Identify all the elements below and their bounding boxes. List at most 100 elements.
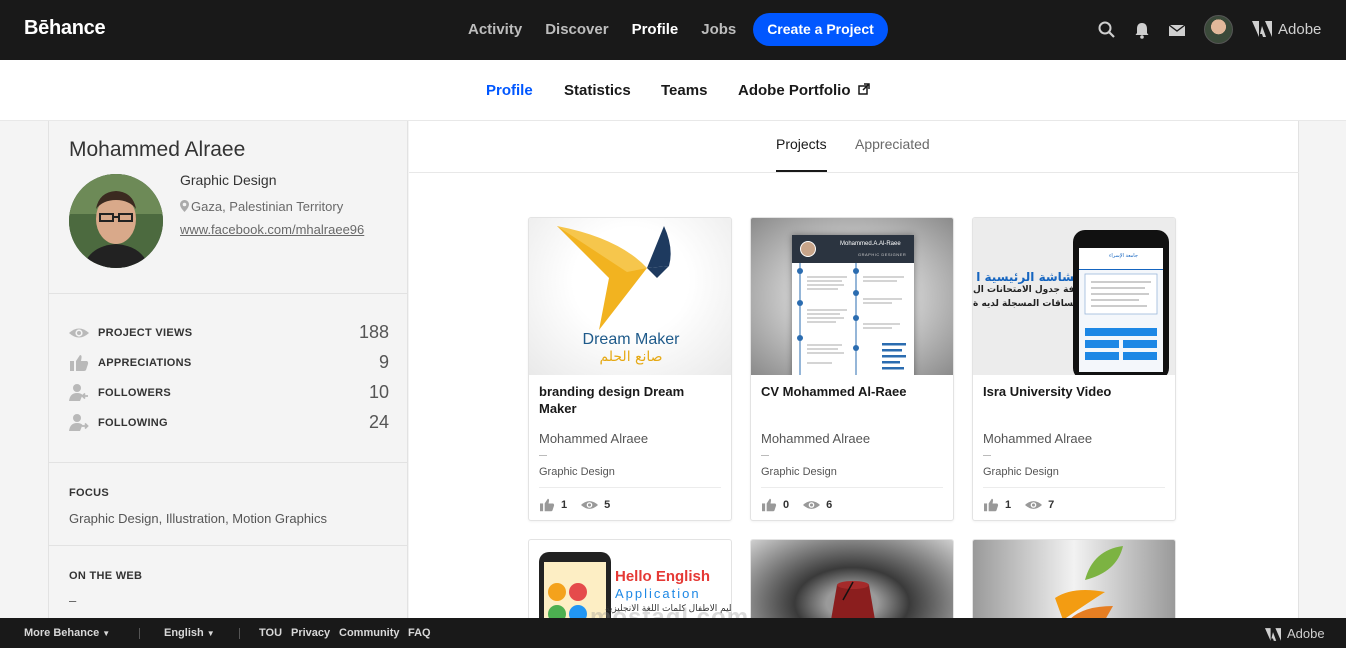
subnav-statistics[interactable]: Statistics: [564, 82, 631, 99]
adobe-footer-link[interactable]: Adobe: [1265, 626, 1325, 641]
profile-website-link[interactable]: www.facebook.com/mhalraee96: [180, 222, 364, 237]
create-project-button[interactable]: Create a Project: [753, 13, 888, 46]
main-nav: Activity Discover Profile Jobs: [468, 21, 759, 38]
top-bar: Bēhance Activity Discover Profile Jobs C…: [0, 0, 1346, 60]
following-icon: [69, 414, 89, 431]
project-tabs: Projects Appreciated: [409, 121, 1299, 173]
nav-activity[interactable]: Activity: [468, 21, 522, 38]
footer-link-privacy[interactable]: Privacy: [291, 627, 330, 639]
cv-subtitle: GRAPHIC DESIGNER: [858, 252, 907, 257]
avatar[interactable]: [1204, 15, 1233, 44]
profile-field: Graphic Design: [180, 172, 277, 188]
bell-icon[interactable]: [1132, 20, 1152, 40]
nav-profile[interactable]: Profile: [632, 21, 679, 38]
eye-icon: [803, 501, 821, 509]
thumbs-up-icon: [70, 355, 89, 371]
stat-label: FOLLOWERS: [98, 387, 171, 399]
stat-value: 9: [378, 352, 389, 372]
chevron-down-icon: ▼: [102, 629, 111, 638]
thumbs-up-icon: [540, 498, 555, 512]
on-the-web-heading: ON THE WEB: [69, 570, 143, 582]
divider: [761, 455, 769, 456]
cv-content-icon: [797, 263, 906, 375]
footer-link-tou[interactable]: TOU: [259, 627, 282, 639]
project-title[interactable]: Isra University Video: [983, 383, 1167, 400]
project-owner[interactable]: Mohammed Alraee: [983, 431, 1092, 446]
fez-hat-icon: [831, 581, 875, 619]
tab-projects[interactable]: Projects: [776, 136, 827, 152]
subnav-adobe-portfolio-label: Adobe Portfolio: [738, 82, 851, 99]
footer: More Behance ▼ English ▼ TOU Privacy Com…: [0, 618, 1346, 648]
project-thumbnail[interactable]: Dream Maker صانع الحلم: [529, 218, 731, 375]
behance-logo[interactable]: Bēhance: [24, 17, 106, 40]
orange-leaf-logo-icon: [1055, 546, 1123, 619]
view-count: 7: [1048, 499, 1055, 511]
subnav-teams[interactable]: Teams: [661, 82, 707, 99]
thumb-title: Dream Maker: [582, 331, 680, 348]
tab-appreciated[interactable]: Appreciated: [855, 136, 930, 152]
project-owner[interactable]: Mohammed Alraee: [539, 431, 648, 446]
followers-icon: [69, 384, 88, 401]
project-card-dream-maker[interactable]: Dream Maker صانع الحلم branding design D…: [528, 217, 732, 521]
thumb-title: Hello English: [615, 568, 711, 585]
appreciation-count: 1: [1005, 499, 1012, 511]
project-thumbnail[interactable]: الشاشة الرئيسية ا ومعرفة جدول الامتحانات…: [973, 218, 1175, 375]
project-field: Graphic Design: [539, 466, 615, 478]
project-card-fez-hat[interactable]: [750, 539, 954, 619]
eye-icon: [1025, 501, 1043, 509]
stat-following: FOLLOWING 24: [69, 411, 389, 435]
project-title[interactable]: CV Mohammed Al-Raee: [761, 383, 945, 400]
divider: [539, 487, 721, 488]
project-field: Graphic Design: [983, 466, 1059, 478]
cv-name: Mohammed.A.Al-Raee: [840, 241, 901, 247]
app-title: جامعة الإسراء: [1109, 253, 1138, 259]
subnav-profile[interactable]: Profile: [486, 82, 533, 99]
stat-followers: FOLLOWERS 10: [69, 381, 389, 405]
divider: [239, 628, 240, 639]
project-thumbnail[interactable]: Mohammed.A.Al-Raee GRAPHIC DESIGNER: [751, 218, 953, 375]
location-pin-icon: [180, 200, 189, 212]
search-icon[interactable]: [1097, 20, 1117, 40]
nav-jobs[interactable]: Jobs: [701, 21, 736, 38]
appreciation-count: 1: [561, 499, 568, 511]
stat-value: 24: [368, 412, 389, 432]
project-card-isra-university[interactable]: الشاشة الرئيسية ا ومعرفة جدول الامتحانات…: [972, 217, 1176, 521]
view-count: 5: [604, 499, 611, 511]
adobe-footer-label: Adobe: [1287, 626, 1325, 641]
cv-page: Mohammed.A.Al-Raee GRAPHIC DESIGNER: [792, 235, 914, 375]
subnav-adobe-portfolio[interactable]: Adobe Portfolio: [738, 82, 870, 99]
adobe-link[interactable]: Adobe: [1252, 21, 1321, 38]
phone-mockup: جامعة الإسراء: [1073, 230, 1169, 375]
thumb-arabic-heading: الشاشة الرئيسية ا: [976, 270, 1083, 284]
more-behance-dropdown[interactable]: More Behance ▼: [24, 627, 110, 639]
project-card-cv[interactable]: Mohammed.A.Al-Raee GRAPHIC DESIGNER CV M…: [750, 217, 954, 521]
divider: [761, 487, 943, 488]
project-owner[interactable]: Mohammed Alraee: [761, 431, 870, 446]
adobe-label: Adobe: [1278, 21, 1322, 38]
footer-link-faq[interactable]: FAQ: [408, 627, 431, 639]
thumb-arabic-line: وعلامات المساقات المسجلة لديه ة: [973, 299, 1083, 309]
project-stats: 1 7: [983, 498, 1068, 512]
mail-icon[interactable]: [1167, 20, 1187, 40]
nav-discover[interactable]: Discover: [545, 21, 608, 38]
profile-sidebar: Mohammed Alraee Graphic Design Gaza, Pal…: [48, 121, 408, 618]
divider: [539, 455, 547, 456]
thumb-title-arabic: صانع الحلم: [599, 349, 663, 365]
project-stats: 1 5: [539, 498, 624, 512]
appreciation-count: 0: [783, 499, 790, 511]
adobe-logo-icon: [1252, 21, 1272, 37]
divider: [49, 462, 407, 463]
profile-subnav: Profile Statistics Teams Adobe Portfolio: [0, 60, 1346, 121]
divider: [49, 545, 407, 546]
chevron-down-icon: ▼: [206, 629, 215, 638]
divider: [49, 293, 407, 294]
project-title[interactable]: branding design Dream Maker: [539, 383, 723, 417]
adobe-logo-icon: [1265, 628, 1281, 641]
thumb-subtitle: Application: [615, 586, 701, 601]
profile-avatar: [69, 174, 163, 268]
project-card-orange-logo[interactable]: [972, 539, 1176, 619]
footer-link-community[interactable]: Community: [339, 627, 400, 639]
language-dropdown[interactable]: English ▼: [164, 627, 215, 639]
divider: [983, 487, 1165, 488]
profile-name: Mohammed Alraee: [69, 138, 246, 161]
